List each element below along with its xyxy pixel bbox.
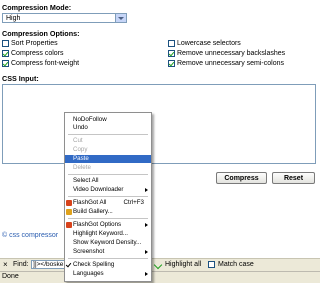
menu-item-video-downloader[interactable]: Video Downloader bbox=[65, 186, 151, 194]
menu-separator bbox=[68, 174, 148, 175]
find-bar: × Find: ]]></boske Highlight all Match c… bbox=[0, 258, 320, 271]
sort-properties-label: Sort Properties bbox=[11, 40, 58, 47]
submenu-arrow-icon bbox=[145, 272, 148, 276]
menu-item-show-keyword-density[interactable]: Show Keyword Density... bbox=[65, 239, 151, 247]
find-label: Find: bbox=[13, 261, 29, 268]
menu-item-flashgot-options[interactable]: FlashGot Options bbox=[65, 221, 151, 229]
menu-item-cut[interactable]: Cut bbox=[65, 137, 151, 145]
compress-button[interactable]: Compress bbox=[216, 172, 267, 184]
close-find-icon[interactable]: × bbox=[3, 260, 8, 269]
remove-semicolons-checkbox[interactable] bbox=[168, 60, 175, 67]
status-bar: Done bbox=[0, 271, 320, 283]
menu-separator bbox=[68, 258, 148, 259]
reset-button[interactable]: Reset bbox=[272, 172, 315, 184]
submenu-arrow-icon bbox=[145, 188, 148, 192]
compression-mode-select[interactable]: High bbox=[2, 13, 127, 23]
highlight-all-checkmark-icon bbox=[153, 260, 163, 270]
menu-item-languages[interactable]: Languages bbox=[65, 270, 151, 278]
compress-font-weight-checkbox[interactable] bbox=[2, 60, 9, 67]
menu-item-paste[interactable]: Paste bbox=[65, 155, 151, 163]
menu-item-check-spelling[interactable]: Check Spelling bbox=[65, 261, 151, 269]
submenu-arrow-icon bbox=[145, 250, 148, 254]
gallery-icon bbox=[66, 209, 72, 215]
menu-separator bbox=[68, 196, 148, 197]
lowercase-selectors-checkbox[interactable] bbox=[168, 40, 175, 47]
flashgot-icon bbox=[66, 222, 72, 228]
menu-separator bbox=[68, 134, 148, 135]
status-text: Done bbox=[2, 273, 19, 280]
match-case-label[interactable]: Match case bbox=[218, 261, 254, 268]
menu-item-build-gallery[interactable]: Build Gallery... bbox=[65, 208, 151, 216]
css-compressor-link[interactable]: © css compressor bbox=[2, 232, 58, 239]
highlight-all-label[interactable]: Highlight all bbox=[165, 261, 201, 268]
lowercase-selectors-label: Lowercase selectors bbox=[177, 40, 241, 47]
css-input-label: CSS Input: bbox=[2, 74, 39, 83]
compression-mode-value: High bbox=[6, 15, 21, 22]
menu-item-nodofollow[interactable]: NoDoFollow bbox=[65, 116, 151, 124]
sort-properties-checkbox[interactable] bbox=[2, 40, 9, 47]
css-input-textarea[interactable] bbox=[2, 84, 316, 164]
flashgot-icon bbox=[66, 200, 72, 206]
remove-backslashes-label: Remove unnecessary backslashes bbox=[177, 50, 286, 57]
menu-item-select-all[interactable]: Select All bbox=[65, 177, 151, 185]
chevron-down-icon[interactable] bbox=[115, 14, 126, 22]
remove-semicolons-label: Remove unnecessary semi-colons bbox=[177, 60, 284, 67]
menu-item-copy[interactable]: Copy bbox=[65, 146, 151, 154]
context-menu: NoDoFollow Undo Cut Copy Paste Delete Se… bbox=[64, 112, 152, 282]
menu-item-delete[interactable]: Delete bbox=[65, 164, 151, 172]
compress-font-weight-label: Compress font-weight bbox=[11, 60, 80, 67]
menu-item-flashgot-all[interactable]: FlashGot All Ctrl+F3 bbox=[65, 199, 151, 207]
menu-item-highlight-keyword[interactable]: Highlight Keyword... bbox=[65, 230, 151, 238]
match-case-checkbox[interactable] bbox=[208, 261, 215, 268]
menu-item-screenshot[interactable]: Screenshot bbox=[65, 248, 151, 256]
compress-colors-checkbox[interactable] bbox=[2, 50, 9, 57]
compression-options-label: Compression Options: bbox=[2, 29, 80, 38]
compression-mode-label: Compression Mode: bbox=[2, 3, 72, 12]
checkmark-icon bbox=[65, 261, 72, 268]
remove-backslashes-checkbox[interactable] bbox=[168, 50, 175, 57]
submenu-arrow-icon bbox=[145, 223, 148, 227]
compress-colors-label: Compress colors bbox=[11, 50, 64, 57]
menu-separator bbox=[68, 218, 148, 219]
menu-item-undo[interactable]: Undo bbox=[65, 124, 151, 132]
